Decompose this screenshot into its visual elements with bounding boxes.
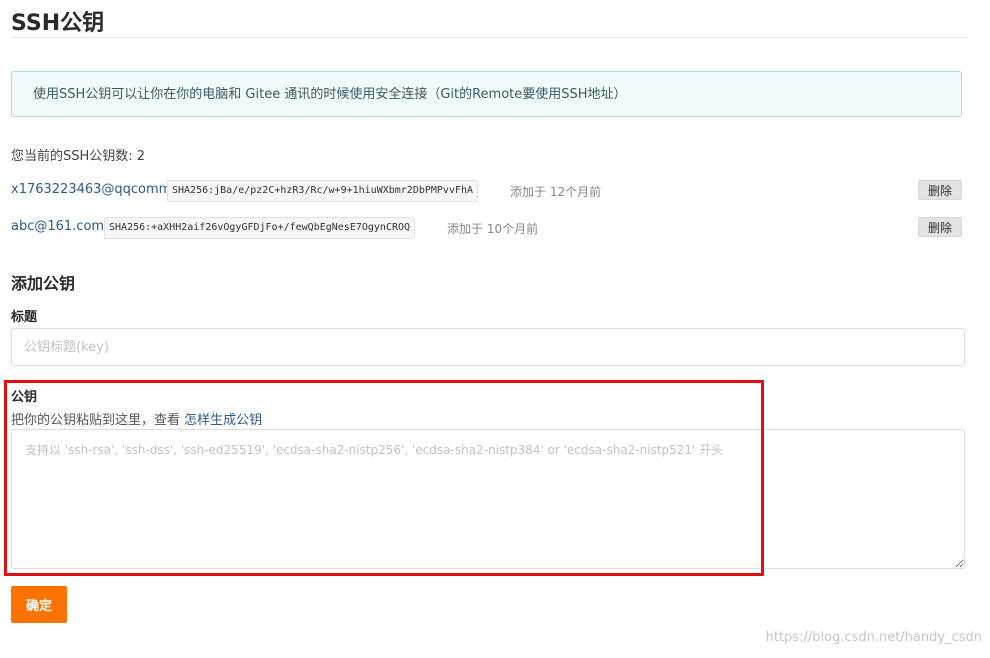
confirm-button[interactable]: 确定 [11,586,67,623]
ssh-key-added-time: 添加于 12个月前 [510,185,602,199]
title-divider [11,37,966,38]
ssh-key-row: abc@161.com SHA256:+aXHH2aif26vOgyGFDjFo… [11,217,962,239]
public-key-textarea[interactable] [11,429,965,569]
add-key-heading: 添加公钥 [11,274,76,293]
ssh-key-name: x1763223463@qqcomm [11,182,172,197]
info-alert: 使用SSH公钥可以让你在你的电脑和 Gitee 通讯的时候使用安全连接（Git的… [11,71,962,117]
ssh-key-fingerprint: SHA256:jBa/e/pz2C+hzR3/Rc/w+9+1hiuWXbmr2… [167,180,479,202]
ssh-key-added-time: 添加于 10个月前 [447,222,539,236]
ssh-key-fingerprint: SHA256:+aXHH2aif26vOgyGFDjFo+/fewQbEgNes… [104,217,416,239]
public-key-help: 把你的公钥粘贴到这里，查看 怎样生成公钥 [11,409,262,428]
page-title: SSH公钥 [11,11,105,36]
delete-key-button[interactable]: 删除 [918,180,962,200]
key-title-label: 标题 [11,310,38,325]
public-key-label: 公钥 [11,390,38,405]
how-to-generate-key-link[interactable]: 怎样生成公钥 [184,413,262,428]
delete-key-button[interactable]: 删除 [918,217,962,237]
public-key-help-text: 把你的公钥粘贴到这里，查看 [11,413,185,428]
watermark: https://blog.csdn.net/handy_csdn [765,630,982,645]
key-title-input[interactable] [11,328,965,366]
ssh-key-name: abc@161.com [11,219,105,234]
ssh-key-count: 您当前的SSH公钥数: 2 [11,149,146,164]
info-alert-text: 使用SSH公钥可以让你在你的电脑和 Gitee 通讯的时候使用安全连接（Git的… [33,87,627,102]
ssh-key-row: x1763223463@qqcomm SHA256:jBa/e/pz2C+hzR… [11,180,962,202]
